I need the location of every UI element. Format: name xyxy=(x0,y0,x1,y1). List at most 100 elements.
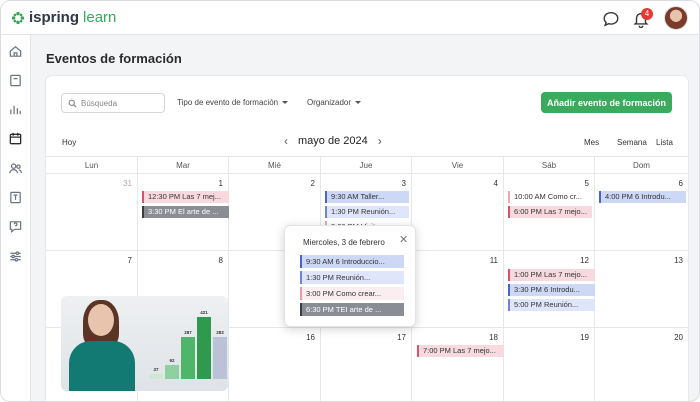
day-cell[interactable]: 16 xyxy=(229,328,321,401)
day-number: 20 xyxy=(674,333,683,342)
day-number: 4 xyxy=(493,179,498,188)
chevron-down-icon xyxy=(282,101,289,104)
day-number: 16 xyxy=(306,333,315,342)
chat-icon[interactable] xyxy=(602,10,620,28)
view-week[interactable]: Semana xyxy=(617,138,647,147)
popup-event[interactable]: 6:30 PM TEI arte de ... xyxy=(300,303,404,316)
chevron-down-icon xyxy=(355,101,362,104)
calendar-event[interactable]: 5:00 PM Reunión... xyxy=(508,299,595,311)
weekday-header: Mié xyxy=(229,157,321,174)
day-number: 17 xyxy=(397,333,406,342)
popup-event[interactable]: 9:30 AM 6 Introduccio... xyxy=(300,255,404,268)
chart-bar-label: 287 xyxy=(184,329,192,335)
calendar-event[interactable]: 4:00 PM 6 Introdu... xyxy=(599,191,686,203)
day-number: 5 xyxy=(584,179,589,188)
weekday-header: Lun xyxy=(46,157,138,174)
organizer-filter-label: Organizador xyxy=(307,98,352,107)
notification-badge: 4 xyxy=(641,8,653,20)
chart-bar xyxy=(165,365,179,379)
calendar-icon[interactable] xyxy=(8,131,23,146)
logo-flower-icon xyxy=(11,11,25,24)
view-month[interactable]: Mes xyxy=(584,138,599,147)
calendar-event[interactable]: 1:00 PM Las 7 mejo... xyxy=(508,269,595,281)
popup-event[interactable]: 3:00 PM Como crear... xyxy=(300,287,404,300)
users-icon[interactable] xyxy=(8,161,23,176)
day-events-popup: Miercoles, 3 de febrero ✕ 9:30 AM 6 Intr… xyxy=(284,225,416,327)
brand-name: ispring xyxy=(29,9,80,26)
presenter-body xyxy=(69,341,135,391)
day-number: 8 xyxy=(218,256,223,265)
chart-bar-label: 92 xyxy=(169,358,175,364)
day-number: 1 xyxy=(218,179,223,188)
day-cell[interactable]: 6 xyxy=(595,174,688,251)
organizer-filter[interactable]: Organizador xyxy=(307,98,362,107)
chart-bar xyxy=(149,373,163,379)
app-window: ispringlearn 4 Eventos de formación Tipo… xyxy=(0,0,700,402)
day-cell[interactable]: 20 xyxy=(595,328,688,401)
day-cell[interactable]: 11 xyxy=(412,251,504,328)
document-icon[interactable] xyxy=(8,190,23,205)
calendar-event[interactable]: 9:30 AM Taller... xyxy=(325,191,409,203)
calendar-event[interactable]: 3:30 PM El arte de ... xyxy=(142,206,229,218)
event-type-filter-label: Tipo de evento de formación xyxy=(177,98,279,107)
day-cell[interactable]: 19 xyxy=(504,328,595,401)
day-cell[interactable]: 18 xyxy=(412,328,504,401)
chevron-right-icon[interactable]: › xyxy=(378,135,382,147)
chart-icon[interactable] xyxy=(8,102,23,117)
chart-bar xyxy=(181,336,195,379)
day-number: 13 xyxy=(674,256,683,265)
calendar-event[interactable]: 7:00 PM Las 7 mejo... xyxy=(417,345,504,357)
popup-title: Miercoles, 3 de febrero xyxy=(303,238,385,247)
calendar-event[interactable]: 6:00 PM Las 7 mejo... xyxy=(508,206,592,218)
sliders-icon[interactable] xyxy=(8,249,23,264)
view-list[interactable]: Lista xyxy=(656,138,673,147)
weekday-header: Mar xyxy=(138,157,229,174)
calendar-event[interactable]: 1:30 PM Reunión... xyxy=(325,206,409,218)
brand-name-suffix: learn xyxy=(83,9,117,26)
search-input[interactable] xyxy=(81,98,161,108)
chart-bar xyxy=(197,317,211,379)
brand-logo[interactable]: ispring learn xyxy=(11,9,116,26)
day-cell[interactable]: 4 xyxy=(412,174,504,251)
day-number: 11 xyxy=(489,256,498,265)
chart-bar-label: 421 xyxy=(200,310,208,315)
day-number: 18 xyxy=(489,333,498,342)
presenter-video[interactable]: 37 92 287 421 283 xyxy=(61,296,228,391)
close-icon[interactable]: ✕ xyxy=(399,235,408,246)
add-event-button[interactable]: Añadir evento de formación xyxy=(541,92,672,113)
day-cell[interactable]: 13 xyxy=(595,251,688,328)
day-number: 19 xyxy=(580,333,589,342)
weekday-header: Vie xyxy=(412,157,504,174)
search-icon xyxy=(68,99,77,108)
day-number: 12 xyxy=(580,256,589,265)
day-number: 3 xyxy=(401,179,406,188)
popup-event[interactable]: 1:30 PM Reunión... xyxy=(300,271,404,284)
book-icon[interactable] xyxy=(8,73,23,88)
month-navigation: ‹ mayo de 2024 › xyxy=(284,135,382,147)
day-number: 31 xyxy=(123,179,132,188)
question-icon[interactable] xyxy=(8,219,23,234)
current-month-label: mayo de 2024 xyxy=(298,135,368,147)
event-type-filter[interactable]: Tipo de evento de formación xyxy=(177,98,289,107)
day-number: 7 xyxy=(127,256,132,265)
day-number: 6 xyxy=(678,179,683,188)
search-box[interactable] xyxy=(61,93,165,113)
chart-bar-label: 283 xyxy=(216,330,224,336)
day-number: 2 xyxy=(310,179,315,188)
user-avatar[interactable] xyxy=(664,6,688,30)
day-cell[interactable]: 31 xyxy=(46,174,138,251)
today-button[interactable]: Hoy xyxy=(62,138,76,147)
home-icon[interactable] xyxy=(8,44,23,59)
calendar-event[interactable]: 12:30 PM Las 7 mej... xyxy=(142,191,229,203)
sidebar xyxy=(1,35,31,401)
top-bar: ispring learn 4 xyxy=(1,1,699,35)
day-cell[interactable]: 17 xyxy=(321,328,412,401)
weekday-header: Sáb xyxy=(504,157,595,174)
chart-bar-label: 37 xyxy=(153,366,159,372)
page-title: Eventos de formación xyxy=(46,51,182,66)
presenter-face xyxy=(88,304,114,336)
calendar-event[interactable]: 3:30 PM 6 Introdu... xyxy=(508,284,595,296)
chevron-left-icon[interactable]: ‹ xyxy=(284,135,288,147)
calendar-event[interactable]: 10:00 AM Como cr... xyxy=(508,191,592,203)
chart-bar xyxy=(213,337,227,379)
